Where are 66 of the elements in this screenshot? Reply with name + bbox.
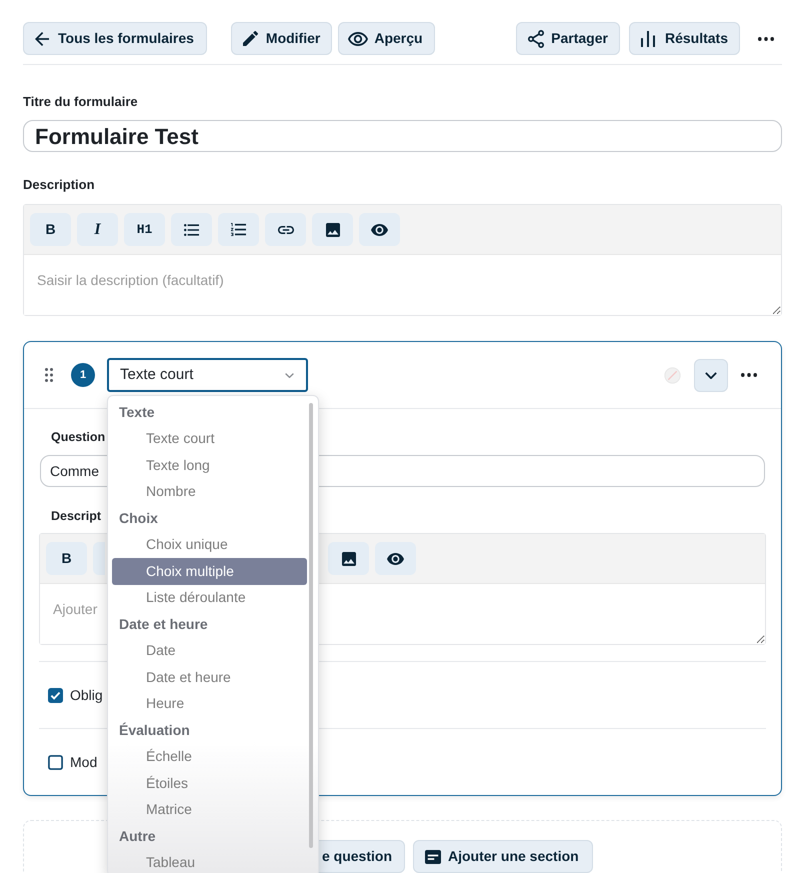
preview-toggle-button[interactable]	[359, 213, 400, 246]
add-section-button[interactable]: Ajouter une section	[413, 840, 593, 873]
menu-item[interactable]: Liste déroulante	[112, 584, 307, 611]
back-button[interactable]: Tous les formulaires	[23, 22, 207, 55]
checkbox[interactable]	[48, 688, 63, 702]
link-button[interactable]	[265, 213, 306, 246]
image-icon	[342, 552, 356, 566]
more-icon[interactable]	[741, 373, 757, 377]
question-number-badge: 1	[71, 363, 95, 387]
bold-button[interactable]: B	[30, 213, 71, 246]
numbered-list-button[interactable]	[218, 213, 259, 246]
image-button[interactable]	[312, 213, 353, 246]
share-button[interactable]: Partager	[516, 22, 620, 55]
field-label: Question	[51, 429, 106, 446]
menu-item[interactable]: Choix unique	[112, 532, 307, 558]
field-label: Description	[23, 176, 95, 194]
title-field[interactable]: Formulaire Test	[23, 120, 782, 152]
question-type-select[interactable]: Texte court	[107, 358, 308, 392]
checkbox-label: Oblig	[70, 686, 103, 705]
menu-group-header: Texte	[118, 402, 156, 422]
rich-text-editor[interactable]: B I H1 Saisir la description (facultatif)	[23, 204, 782, 316]
chevron-down-icon	[705, 372, 717, 378]
menu-item[interactable]: Texte court	[112, 426, 307, 452]
bulleted-list-button[interactable]	[171, 213, 212, 246]
menu-item[interactable]: Étoiles	[112, 770, 307, 796]
eye-icon	[371, 224, 388, 236]
menu-item[interactable]: Heure	[112, 690, 307, 717]
checkbox[interactable]	[48, 754, 63, 770]
link-icon	[278, 226, 294, 234]
field-label: Titre du formulaire	[23, 93, 138, 111]
edit-button[interactable]: Modifier	[230, 22, 332, 55]
more-icon[interactable]	[758, 36, 774, 40]
bold-button[interactable]: B	[46, 542, 87, 575]
menu-item[interactable]: Texte long	[112, 452, 307, 478]
pencil-icon	[242, 31, 258, 46]
prohibited-icon	[664, 366, 681, 384]
heading-button[interactable]: H1	[124, 213, 165, 246]
bar-chart-icon	[640, 30, 655, 46]
scrollbar[interactable]	[309, 403, 313, 848]
menu-item[interactable]: Échelle	[112, 744, 307, 770]
chevron-down-icon	[285, 372, 294, 378]
italic-button[interactable]: I	[77, 213, 118, 246]
menu-group-header: Date et heure	[118, 614, 209, 634]
bulleted-list-icon	[184, 224, 199, 236]
menu-group-header: Autre	[118, 826, 157, 846]
collapse-button[interactable]	[694, 358, 728, 392]
menu-group-header: Choix	[118, 508, 159, 528]
menu-item[interactable]: Tableau	[112, 850, 307, 873]
checkbox-label: Mod	[70, 752, 98, 772]
share-icon	[528, 30, 544, 48]
numbered-list-icon	[231, 223, 246, 236]
image-icon	[326, 222, 340, 236]
menu-item[interactable]: Matrice	[112, 796, 307, 823]
eye-icon	[387, 552, 404, 564]
preview-button[interactable]: Aperçu	[338, 22, 435, 55]
preview-toggle-button[interactable]	[375, 542, 416, 575]
field-label: Descript	[51, 508, 102, 525]
menu-item[interactable]: Date et heure	[112, 664, 307, 690]
arrow-left-icon	[35, 32, 49, 46]
eye-icon	[348, 32, 368, 46]
menu-group-header: Évaluation	[118, 720, 191, 740]
image-button[interactable]	[328, 542, 369, 575]
menu-item[interactable]: Choix multiple	[112, 558, 307, 584]
section-icon	[425, 850, 441, 864]
drag-handle-icon[interactable]	[45, 368, 53, 382]
results-button[interactable]: Résultats	[628, 22, 740, 55]
